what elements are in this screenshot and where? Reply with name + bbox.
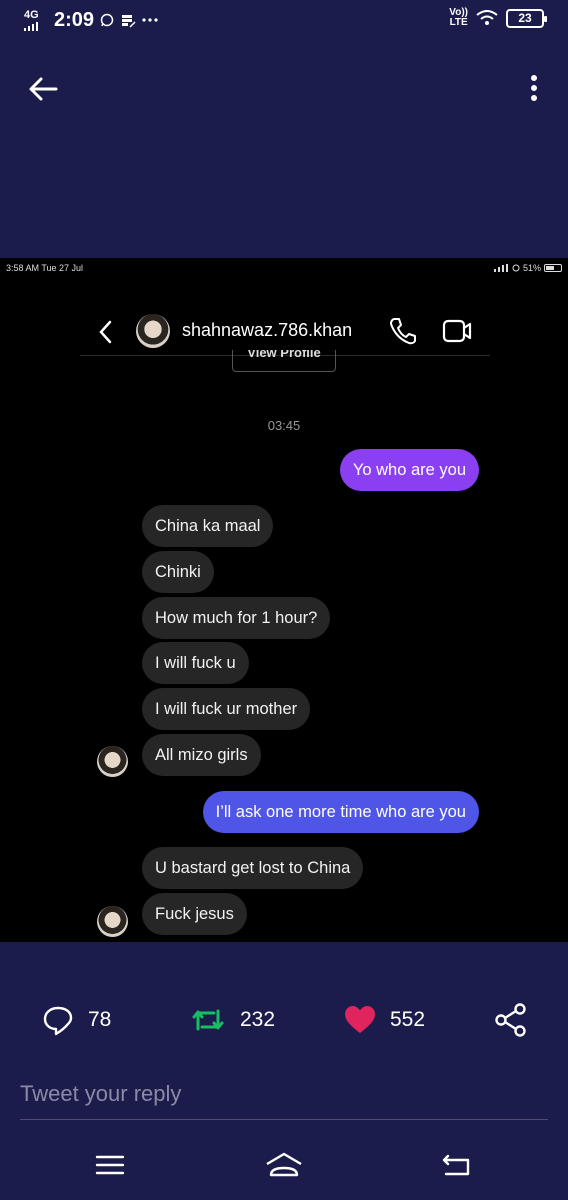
- notification-icons: [100, 12, 158, 28]
- share-icon: [495, 1003, 526, 1037]
- like-button[interactable]: 552: [344, 996, 425, 1044]
- message-bubble-received: Fuck jesus: [142, 893, 247, 935]
- avatar: [97, 746, 128, 777]
- chevron-left-icon: [99, 320, 112, 344]
- message-bubble-sent: I’ll ask one more time who are you: [202, 791, 479, 833]
- avatar: [136, 314, 170, 348]
- battery-icon: [544, 264, 562, 272]
- more-options-button[interactable]: [508, 70, 544, 110]
- home-icon: [266, 1152, 302, 1177]
- tweet-image[interactable]: 3:58 AM Tue 27 Jul 51% shahnawaz.786.kha…: [0, 258, 568, 942]
- image-battery-percent: 51%: [522, 263, 541, 273]
- arrow-left-icon: [29, 77, 58, 101]
- reply-input[interactable]: Tweet your reply: [20, 1074, 548, 1120]
- back-icon: [442, 1154, 470, 1176]
- signal-icon: [493, 264, 520, 272]
- network-type: 4G: [24, 9, 39, 21]
- comment-icon: [43, 1006, 73, 1036]
- message-bubble-received: I will fuck ur mother: [142, 688, 311, 730]
- video-call-button: [442, 318, 472, 344]
- network-indicator: 4G: [24, 10, 39, 31]
- top-bar: [0, 60, 568, 120]
- share-button[interactable]: [494, 996, 528, 1044]
- data-saver-icon: [122, 15, 136, 28]
- image-status-right: 51%: [493, 263, 562, 273]
- status-right: Vo)) LTE 23: [449, 8, 547, 28]
- back-nav-button[interactable]: [440, 1150, 480, 1186]
- back-button[interactable]: [26, 72, 66, 108]
- image-status-bar: 3:58 AM Tue 27 Jul 51%: [6, 262, 562, 276]
- retweet-count: 232: [240, 1008, 276, 1031]
- avatar: [97, 906, 128, 937]
- heart-icon: [345, 1006, 375, 1033]
- message-bubble-received: China ka maal: [142, 505, 274, 547]
- reply-count: 78: [88, 1008, 112, 1031]
- chat-header: shahnawaz.786.khan: [80, 308, 490, 356]
- retweet-icon: [192, 1009, 224, 1031]
- recent-apps-button[interactable]: [94, 1150, 134, 1186]
- view-profile-button: View Profile: [232, 350, 336, 372]
- home-button[interactable]: [264, 1150, 304, 1186]
- status-time: 2:09: [54, 9, 95, 31]
- message-bubble-received: How much for 1 hour?: [142, 597, 331, 639]
- more-notifications-icon: [142, 18, 158, 22]
- signal-icon: [24, 22, 39, 31]
- system-nav-bar: [0, 1140, 568, 1196]
- chat-username: shahnawaz.786.khan: [182, 320, 353, 340]
- battery-indicator: 23: [506, 8, 547, 28]
- video-camera-icon: [442, 319, 472, 343]
- menu-icon: [95, 1155, 125, 1175]
- more-vertical-icon: [531, 75, 537, 101]
- message-timestamp: 03:45: [267, 418, 301, 433]
- message-bubble-received: All mizo girls: [142, 734, 261, 776]
- phone-icon: [390, 318, 416, 345]
- like-count: 552: [390, 1008, 426, 1031]
- status-bar: 4G 2:09 Vo)) LTE 23: [0, 0, 568, 44]
- image-status-time: 3:58 AM Tue 27 Jul: [6, 263, 84, 273]
- retweet-button[interactable]: 232: [190, 996, 275, 1044]
- wifi-icon: [476, 10, 498, 25]
- volte-indicator: Vo)) LTE: [449, 8, 468, 28]
- message-bubble-received: I will fuck u: [142, 642, 249, 684]
- message-bubble-received: Chinki: [142, 551, 214, 593]
- volte-bottom: LTE: [449, 17, 468, 28]
- message-bubble-received: U bastard get lost to China: [142, 847, 364, 889]
- chat-back-button: [94, 318, 118, 346]
- whatsapp-icon: [100, 13, 114, 27]
- call-button: [388, 316, 416, 346]
- message-bubble-sent: Yo who are you: [339, 449, 479, 491]
- tweet-actions: 78 232 552: [0, 996, 568, 1044]
- reply-button[interactable]: 78: [42, 996, 111, 1044]
